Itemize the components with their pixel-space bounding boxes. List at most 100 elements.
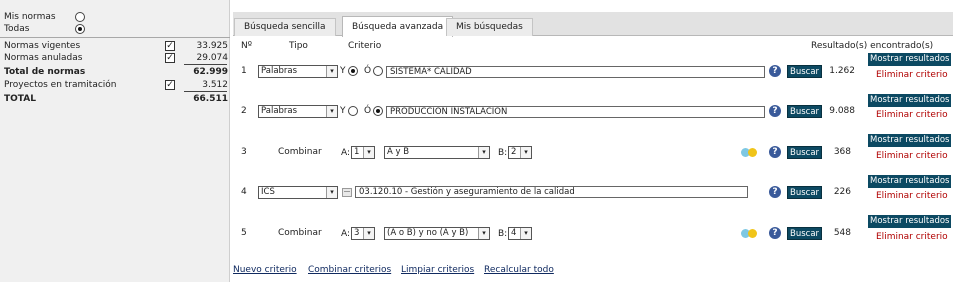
tipo-combinar-label: Combinar [278, 147, 322, 157]
result-count: 226 [833, 187, 851, 197]
result-count: 1.262 [829, 66, 855, 76]
help-icon[interactable]: ? [769, 186, 781, 198]
eliminar-criterio-link[interactable]: Eliminar criterio [876, 191, 948, 201]
operand-a-value: 3 [354, 228, 360, 238]
checkbox-anuladas[interactable]: ✓ [165, 53, 175, 63]
tipo-select-value: ICS [261, 187, 275, 197]
scope-mis-normas[interactable]: Mis normas [4, 11, 56, 23]
mostrar-resultados-button[interactable]: Mostrar resultados [868, 134, 952, 147]
stat-label: Normas anuladas [4, 53, 83, 63]
chevron-down-icon: ▾ [326, 187, 337, 198]
operand-a-select[interactable]: 3 ▾ [351, 227, 375, 240]
mostrar-resultados-button[interactable]: Mostrar resultados [868, 175, 952, 188]
stat-row: Proyectos en tramitación ✓ 3.512 [4, 79, 228, 91]
stat-label: Total de normas [4, 67, 86, 77]
chevron-down-icon: ▾ [363, 228, 374, 239]
stat-row-total-normas: Total de normas 62.999 [4, 66, 228, 78]
tab-mis-busquedas[interactable]: Mis búsquedas [446, 18, 533, 36]
tipo-combinar-label: Combinar [278, 228, 322, 238]
criterion-row-2: 2 Palabras ▾ Y Ó PRODUCCION INSTALACION … [231, 94, 958, 130]
operand-b-select[interactable]: 4 ▾ [508, 227, 532, 240]
merge-circles-icon [741, 147, 759, 157]
criterion-number: 2 [241, 106, 247, 116]
operand-a-value: 1 [354, 147, 360, 157]
stat-value: 62.999 [193, 67, 228, 77]
criterion-text-input[interactable]: SISTEMA* CALIDAD [386, 66, 765, 78]
operand-b-value: 2 [511, 147, 517, 157]
mis-normas-radio[interactable] [75, 12, 85, 22]
logic-y-radio[interactable] [348, 106, 358, 116]
tab-strip: Búsqueda sencilla Búsqueda avanzada Mis … [233, 12, 953, 37]
calendar-icon[interactable] [342, 188, 352, 197]
tipo-select[interactable]: Palabras ▾ [258, 65, 338, 78]
tab-busqueda-sencilla[interactable]: Búsqueda sencilla [234, 18, 336, 36]
tipo-select[interactable]: ICS ▾ [258, 186, 338, 199]
recalcular-todo-link[interactable]: Recalcular todo [484, 265, 554, 275]
stat-value: 3.512 [202, 80, 228, 90]
nuevo-criterio-link[interactable]: Nuevo criterio [233, 265, 297, 275]
logic-o-label: Ó [364, 66, 372, 76]
logic-y-label: Y [340, 106, 346, 116]
stat-row: Normas vigentes ✓ 33.925 [4, 40, 228, 52]
help-icon[interactable]: ? [769, 105, 781, 117]
eliminar-criterio-link[interactable]: Eliminar criterio [876, 70, 948, 80]
mostrar-resultados-button[interactable]: Mostrar resultados [868, 53, 952, 66]
header-criterio: Criterio [348, 41, 382, 51]
logic-y-radio[interactable] [348, 66, 358, 76]
operator-select[interactable]: (A o B) y no (A y B) ▾ [384, 227, 490, 240]
limpiar-criterios-link[interactable]: Limpiar criterios [401, 265, 474, 275]
scope-todas[interactable]: Todas [4, 23, 29, 35]
chevron-down-icon: ▾ [520, 147, 531, 158]
help-icon[interactable]: ? [769, 146, 781, 158]
operand-a-label: A: [341, 148, 351, 158]
mostrar-resultados-button[interactable]: Mostrar resultados [868, 94, 952, 107]
left-filter-panel: Mis normas Todas Normas vigentes ✓ 33.92… [0, 0, 230, 282]
operand-b-label: B: [498, 229, 508, 239]
criterion-text-input[interactable]: PRODUCCION INSTALACION [386, 106, 765, 118]
criterion-number: 1 [241, 66, 247, 76]
help-icon[interactable]: ? [769, 227, 781, 239]
criterion-number: 5 [241, 228, 247, 238]
left-divider [0, 37, 230, 38]
eliminar-criterio-link[interactable]: Eliminar criterio [876, 151, 948, 161]
operand-b-label: B: [498, 148, 508, 158]
tipo-select-value: Palabras [261, 106, 298, 116]
merge-circles-icon [741, 228, 759, 238]
operand-a-label: A: [341, 229, 351, 239]
criterion-number: 3 [241, 147, 247, 157]
operator-select[interactable]: A y B ▾ [384, 146, 490, 159]
sum-line [184, 64, 227, 65]
chevron-down-icon: ▾ [520, 228, 531, 239]
operand-b-select[interactable]: 2 ▾ [508, 146, 532, 159]
eliminar-criterio-link[interactable]: Eliminar criterio [876, 232, 948, 242]
result-count: 548 [833, 228, 851, 238]
logic-o-label: Ó [364, 106, 372, 116]
stat-value: 66.511 [193, 94, 228, 104]
criterion-text-input[interactable]: 03.120.10 - Gestión y aseguramiento de l… [355, 186, 748, 198]
header-tipo: Tipo [289, 41, 308, 51]
eliminar-criterio-link[interactable]: Eliminar criterio [876, 110, 948, 120]
tipo-select[interactable]: Palabras ▾ [258, 105, 338, 118]
stat-value: 33.925 [196, 41, 229, 51]
tab-busqueda-avanzada[interactable]: Búsqueda avanzada [342, 16, 454, 37]
header-resultados: Resultado(s) encontrado(s) [811, 41, 934, 51]
logic-o-radio[interactable] [373, 106, 383, 116]
checkbox-vigentes[interactable]: ✓ [165, 41, 175, 51]
chevron-down-icon: ▾ [478, 147, 489, 158]
criterion-row-5: 5 Combinar A: 3 ▾ (A o B) y no (A y B) ▾… [231, 215, 958, 251]
logic-o-radio[interactable] [373, 66, 383, 76]
help-icon[interactable]: ? [769, 65, 781, 77]
stat-row: Normas anuladas ✓ 29.074 [4, 52, 228, 64]
operator-value: (A o B) y no (A y B) [387, 228, 469, 238]
logic-y-label: Y [340, 66, 346, 76]
criterion-row-1: 1 Palabras ▾ Y Ó SISTEMA* CALIDAD ? Busc… [231, 53, 958, 89]
mostrar-resultados-button[interactable]: Mostrar resultados [868, 215, 952, 228]
combinar-criterios-link[interactable]: Combinar criterios [308, 265, 391, 275]
operand-a-select[interactable]: 1 ▾ [351, 146, 375, 159]
stat-label: Normas vigentes [4, 41, 81, 51]
todas-radio[interactable] [75, 24, 85, 34]
checkbox-proyectos[interactable]: ✓ [165, 80, 175, 90]
criterion-number: 4 [241, 187, 247, 197]
advanced-search-panel: Búsqueda sencilla Búsqueda avanzada Mis … [231, 0, 958, 282]
operand-b-value: 4 [511, 228, 517, 238]
